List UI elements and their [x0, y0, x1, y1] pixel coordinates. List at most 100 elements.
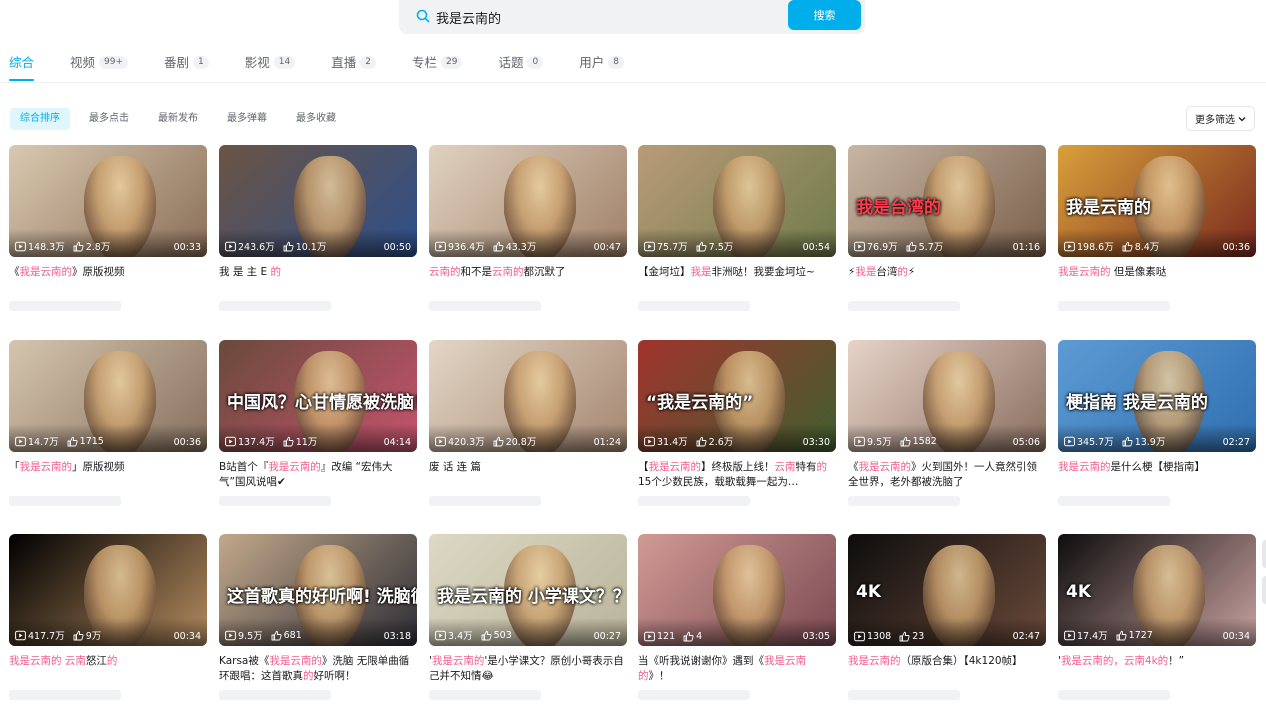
title-keyword-highlight: 云南: [774, 461, 796, 473]
video-title[interactable]: '我是云南的，云南4k的！”: [1058, 654, 1256, 684]
video-title[interactable]: 《我是云南的》火到国外！一人竟然引领全世界，老外都被洗脑了: [848, 460, 1046, 490]
uploader-info-placeholder[interactable]: [429, 690, 541, 700]
video-title[interactable]: 废 话 连 篇: [429, 460, 627, 490]
sort-option-4[interactable]: 最多收藏: [286, 108, 346, 130]
side-float-tab[interactable]: [1262, 576, 1266, 604]
video-card[interactable]: 这首歌真的好听啊! 洗脑循环! 9.5万 681 03:18 Karsa被《我是云南的》…: [219, 534, 417, 700]
tab-5[interactable]: 专栏 29: [412, 52, 463, 82]
uploader-info-placeholder[interactable]: [638, 690, 750, 700]
uploader-info-placeholder[interactable]: [9, 496, 121, 506]
search-button[interactable]: 搜索: [788, 0, 861, 30]
video-title[interactable]: 云南的和不是云南的都沉默了: [429, 265, 627, 295]
video-title[interactable]: 我是云南的是什么梗【梗指南】: [1058, 460, 1256, 490]
video-card[interactable]: 417.7万 9万 00:34 我是云南的 云南怒江的: [9, 534, 207, 700]
play-count-value: 9.5万: [867, 437, 892, 448]
video-thumbnail[interactable]: 4K 1308 23 02:47: [848, 534, 1046, 646]
video-thumbnail[interactable]: 我是台湾的 76.9万 5.7万 01:16: [848, 145, 1046, 257]
video-title[interactable]: 【金坷垃】我是非洲哒！我要金坷垃~: [638, 265, 836, 295]
tab-0[interactable]: 综合: [9, 52, 35, 82]
video-thumbnail[interactable]: 243.6万 10.1万 00:50: [219, 145, 417, 257]
video-card[interactable]: 14.7万 1715 00:36 「我是云南的」原版视频: [9, 340, 207, 506]
tab-4[interactable]: 直播 2: [331, 52, 376, 82]
video-card[interactable]: 我是云南的 小学课文？？？ 3.4万 503 00:27 '我是云南的'是小学课文？原创…: [429, 534, 627, 700]
tab-7[interactable]: 用户 8: [579, 52, 624, 82]
video-card[interactable]: 中国风？心甘情愿被洗脑！ 137.4万 11万 04:14 B站首个『我是云南的』改编 …: [219, 340, 417, 506]
video-title[interactable]: 我是云南的 云南怒江的: [9, 654, 207, 684]
video-thumbnail[interactable]: 我是云南的 小学课文？？？ 3.4万 503 00:27: [429, 534, 627, 646]
video-title[interactable]: B站首个『我是云南的』改编 “宏伟大气”国风说唱✔: [219, 460, 417, 490]
like-count: 5.7万: [906, 239, 943, 253]
video-title[interactable]: 当《听我说谢谢你》遇到《我是云南的》！: [638, 654, 836, 684]
video-thumbnail[interactable]: 我是云南的 198.6万 8.4万 00:36: [1058, 145, 1256, 257]
video-card[interactable]: 148.3万 2.8万 00:33 《我是云南的》原版视频: [9, 145, 207, 311]
video-thumbnail[interactable]: 936.4万 43.3万 00:47: [429, 145, 627, 257]
video-thumbnail[interactable]: 14.7万 1715 00:36: [9, 340, 207, 452]
video-title[interactable]: 我是云南的（原版合集）【4k120帧】: [848, 654, 1046, 684]
more-filter-button[interactable]: 更多筛选: [1186, 106, 1255, 131]
video-thumbnail[interactable]: 417.7万 9万 00:34: [9, 534, 207, 646]
video-card[interactable]: 4K 1308 23 02:47 我是云南的（原版合集）【4k120帧】: [848, 534, 1046, 700]
video-thumbnail[interactable]: 中国风？心甘情愿被洗脑！ 137.4万 11万 04:14: [219, 340, 417, 452]
video-title[interactable]: Karsa被《我是云南的》洗脑 无限单曲循环跟唱：这首歌真的好听啊！: [219, 654, 417, 684]
video-card[interactable]: 243.6万 10.1万 00:50 我 是 主 E 的: [219, 145, 417, 311]
video-title[interactable]: 「我是云南的」原版视频: [9, 460, 207, 490]
uploader-info-placeholder[interactable]: [429, 496, 541, 506]
video-card[interactable]: 121 4 03:05 当《听我说谢谢你》遇到《我是云南的》！: [638, 534, 836, 700]
video-title[interactable]: '我是云南的'是小学课文？原创小哥表示自己并不知情😂: [429, 654, 627, 684]
like-count-value: 2.8万: [85, 242, 111, 253]
sort-option-2[interactable]: 最新发布: [148, 108, 208, 130]
search-input[interactable]: 我是云南的: [436, 8, 501, 27]
tab-2[interactable]: 番剧 1: [164, 52, 209, 82]
uploader-info-placeholder[interactable]: [9, 690, 121, 700]
video-title[interactable]: ⚡我是台湾的⚡: [848, 265, 1046, 295]
video-title[interactable]: 我 是 主 E 的: [219, 265, 417, 295]
video-stats: 137.4万 11万: [225, 434, 325, 448]
uploader-info-placeholder[interactable]: [848, 301, 960, 311]
video-thumbnail[interactable]: 9.5万 1582 05:06: [848, 340, 1046, 452]
video-card[interactable]: 我是云南的 198.6万 8.4万 00:36 我是云南的 但是像素哒: [1058, 145, 1256, 311]
sort-options: 综合排序 最多点击 最新发布 最多弹幕 最多收藏: [10, 108, 355, 130]
uploader-info-placeholder[interactable]: [848, 690, 960, 700]
sort-option-1[interactable]: 最多点击: [79, 108, 139, 130]
uploader-info-placeholder[interactable]: [429, 301, 541, 311]
uploader-info-placeholder[interactable]: [1058, 301, 1170, 311]
video-thumbnail[interactable]: 4K 17.4万 1727 00:34: [1058, 534, 1256, 646]
video-thumbnail[interactable]: 420.3万 20.8万 01:24: [429, 340, 627, 452]
video-thumbnail[interactable]: 梗指南 我是云南的 345.7万 13.9万 02:27: [1058, 340, 1256, 452]
uploader-info-placeholder[interactable]: [219, 690, 331, 700]
uploader-info-placeholder[interactable]: [1058, 690, 1170, 700]
video-card[interactable]: 梗指南 我是云南的 345.7万 13.9万 02:27 我是云南的是什么梗【梗指南】: [1058, 340, 1256, 506]
video-thumbnail[interactable]: “我是云南的” 31.4万 2.6万 03:30: [638, 340, 836, 452]
video-card[interactable]: 75.7万 7.5万 00:54 【金坷垃】我是非洲哒！我要金坷垃~: [638, 145, 836, 311]
uploader-info-placeholder[interactable]: [219, 301, 331, 311]
uploader-info-placeholder[interactable]: [9, 301, 121, 311]
video-thumbnail[interactable]: 121 4 03:05: [638, 534, 836, 646]
video-thumbnail[interactable]: 148.3万 2.8万 00:33: [9, 145, 207, 257]
uploader-info-placeholder[interactable]: [638, 496, 750, 506]
video-title[interactable]: 《我是云南的》原版视频: [9, 265, 207, 295]
sort-option-3[interactable]: 最多弹幕: [217, 108, 277, 130]
video-thumbnail[interactable]: 这首歌真的好听啊! 洗脑循环! 9.5万 681 03:18: [219, 534, 417, 646]
search-bar[interactable]: 我是云南的 搜索: [399, 0, 865, 34]
tab-1[interactable]: 视频 99+: [70, 52, 129, 82]
uploader-info-placeholder[interactable]: [1058, 496, 1170, 506]
video-card[interactable]: 936.4万 43.3万 00:47 云南的和不是云南的都沉默了: [429, 145, 627, 311]
video-card[interactable]: 9.5万 1582 05:06 《我是云南的》火到国外！一人竟然引领全世界，老外都被洗…: [848, 340, 1046, 506]
play-count-value: 76.9万: [867, 242, 898, 253]
tab-3[interactable]: 影视 14: [245, 52, 296, 82]
video-card[interactable]: 4K 17.4万 1727 00:34 '我是云南的，云南4k的！”: [1058, 534, 1256, 700]
video-title[interactable]: 【我是云南的】终极版上线！云南特有的 15个少数民族，载歌载舞一起为…: [638, 460, 836, 490]
uploader-info-placeholder[interactable]: [848, 496, 960, 506]
video-duration: 03:18: [383, 631, 411, 642]
video-card[interactable]: 420.3万 20.8万 01:24 废 话 连 篇: [429, 340, 627, 506]
video-thumbnail[interactable]: 75.7万 7.5万 00:54: [638, 145, 836, 257]
uploader-info-placeholder[interactable]: [638, 301, 750, 311]
side-float-tab[interactable]: [1262, 540, 1266, 568]
tab-6[interactable]: 话题 0: [498, 52, 544, 82]
sort-option-0[interactable]: 综合排序: [10, 108, 70, 130]
video-title[interactable]: 我是云南的 但是像素哒: [1058, 265, 1256, 295]
video-card[interactable]: 我是台湾的 76.9万 5.7万 01:16 ⚡我是台湾的⚡: [848, 145, 1046, 311]
video-card[interactable]: “我是云南的” 31.4万 2.6万 03:30 【我是云南的】终极版上线！云南特有的 1…: [638, 340, 836, 506]
uploader-info-placeholder[interactable]: [219, 496, 331, 506]
video-duration: 00:33: [173, 242, 201, 253]
